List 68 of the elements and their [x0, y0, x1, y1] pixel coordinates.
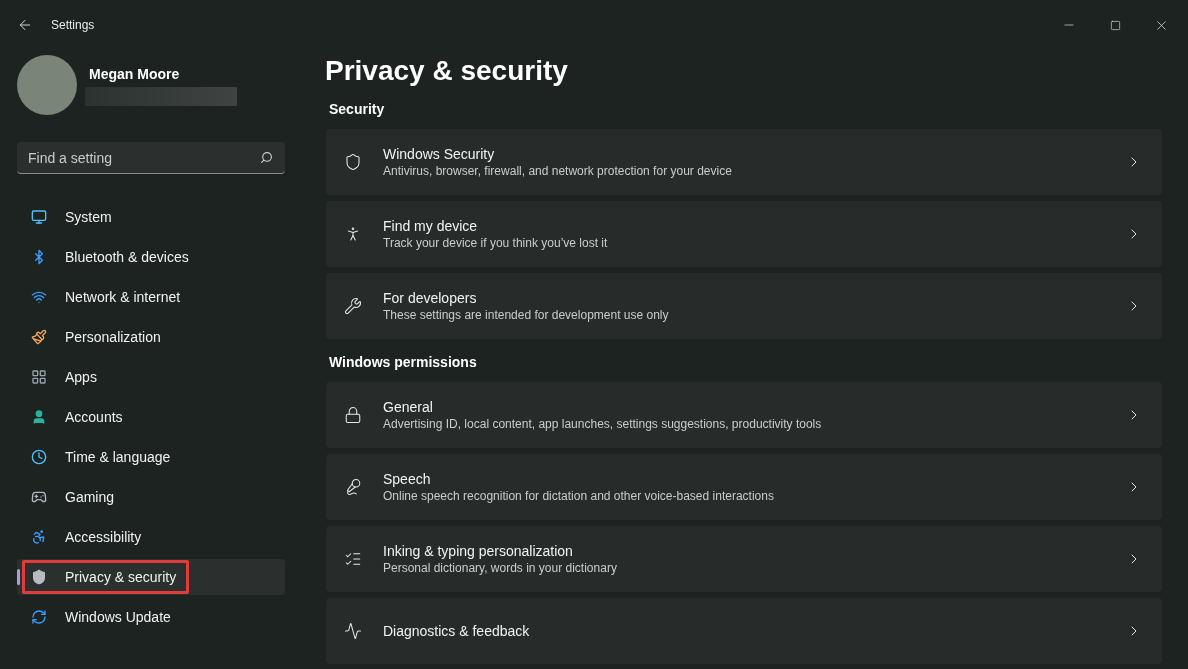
sidebar-label: Network & internet	[65, 287, 181, 307]
settings-card[interactable]: Inking & typing personalization Personal dictionary, words in your dictionary	[326, 526, 1162, 592]
sidebar-item[interactable]: Privacy & security	[17, 559, 285, 595]
sidebar-label: System	[65, 207, 112, 227]
settings-card[interactable]: For developers These settings are intended for development use only	[326, 273, 1162, 339]
card-subtitle: Personal dictionary, words in your dictionary	[383, 560, 618, 576]
sidebar-label: Apps	[65, 367, 97, 387]
card-subtitle: These settings are intended for development use only	[383, 307, 670, 323]
sidebar-item[interactable]: Bluetooth & devices	[17, 239, 285, 275]
avatar-photo-placeholder	[17, 55, 77, 115]
monitor-icon	[31, 209, 47, 225]
card-title: Inking & typing personalization	[383, 542, 574, 560]
sidebar-label: Privacy & security	[65, 567, 177, 587]
section-heading: Security	[329, 100, 386, 119]
settings-card[interactable]: Diagnostics & feedback	[326, 598, 1162, 664]
card-subtitle: Antivirus, browser, firewall, and network protection for your device	[383, 163, 733, 179]
sidebar-item[interactable]: Gaming	[17, 479, 285, 515]
card-title: Speech	[383, 470, 432, 488]
sidebar-item[interactable]: Windows Update	[17, 599, 285, 635]
selection-indicator	[17, 569, 20, 585]
sidebar-label: Time & language	[65, 447, 171, 467]
paintbrush-icon	[31, 329, 47, 345]
maximize-icon	[1109, 19, 1121, 31]
accessibility-icon	[31, 529, 47, 545]
search-field[interactable]: Find a setting	[17, 142, 285, 174]
clock-icon	[31, 449, 47, 465]
sidebar-item[interactable]: Apps	[17, 359, 285, 395]
shield-icon	[31, 569, 47, 585]
sidebar-label: Accessibility	[65, 527, 142, 547]
person-icon	[31, 409, 47, 425]
search-icon	[260, 151, 273, 164]
window-title: Settings	[51, 17, 95, 34]
sidebar-label: Windows Update	[65, 607, 171, 627]
card-subtitle: Track your device if you think you’ve lost it	[383, 235, 609, 251]
apps-grid-icon	[31, 369, 47, 385]
tools-icon	[344, 297, 362, 315]
wifi-icon	[31, 289, 47, 305]
card-subtitle: Advertising ID, local content, app launches, settings suggestions, productivity tools	[383, 416, 823, 432]
card-title: Find my device	[383, 217, 479, 235]
speech-icon	[344, 478, 362, 496]
sidebar-item[interactable]: System	[17, 199, 285, 235]
gamepad-icon	[31, 489, 47, 505]
page-title: Privacy & security	[325, 54, 569, 88]
card-title: For developers	[383, 289, 478, 307]
sidebar-item[interactable]: Accessibility	[17, 519, 285, 555]
sidebar-item[interactable]: Network & internet	[17, 279, 285, 315]
sidebar-label: Bluetooth & devices	[65, 247, 189, 267]
checklist-icon	[344, 550, 362, 568]
sidebar-label: Gaming	[65, 487, 115, 507]
profile-name: Megan Moore	[89, 65, 181, 84]
settings-card[interactable]: Windows Security Antivirus, browser, firewall, and network protection for your device	[326, 129, 1162, 195]
sidebar-item[interactable]: Personalization	[17, 319, 285, 355]
lock-icon	[344, 406, 362, 424]
card-subtitle: Online speech recognition for dictation and other voice-based interactions	[383, 488, 775, 504]
card-title: General	[383, 398, 434, 416]
card-title: Windows Security	[383, 145, 496, 163]
sidebar-item[interactable]: Accounts	[17, 399, 285, 435]
update-arrows-icon	[31, 609, 47, 625]
shield-icon	[344, 153, 362, 171]
diagnostics-icon	[344, 622, 362, 640]
settings-card[interactable]: Find my device Track your device if you think you’ve lost it	[326, 201, 1162, 267]
card-title: Diagnostics & feedback	[383, 622, 531, 640]
sidebar-label: Personalization	[65, 327, 161, 347]
sidebar-item[interactable]: Time & language	[17, 439, 285, 475]
settings-card[interactable]: Speech Online speech recognition for dictation and other voice-based interactions	[326, 454, 1162, 520]
section-heading: Windows permissions	[329, 353, 478, 372]
sidebar-label: Accounts	[65, 407, 123, 427]
settings-card[interactable]: General Advertising ID, local content, app launches, settings suggestions, productivity tools	[326, 382, 1162, 448]
